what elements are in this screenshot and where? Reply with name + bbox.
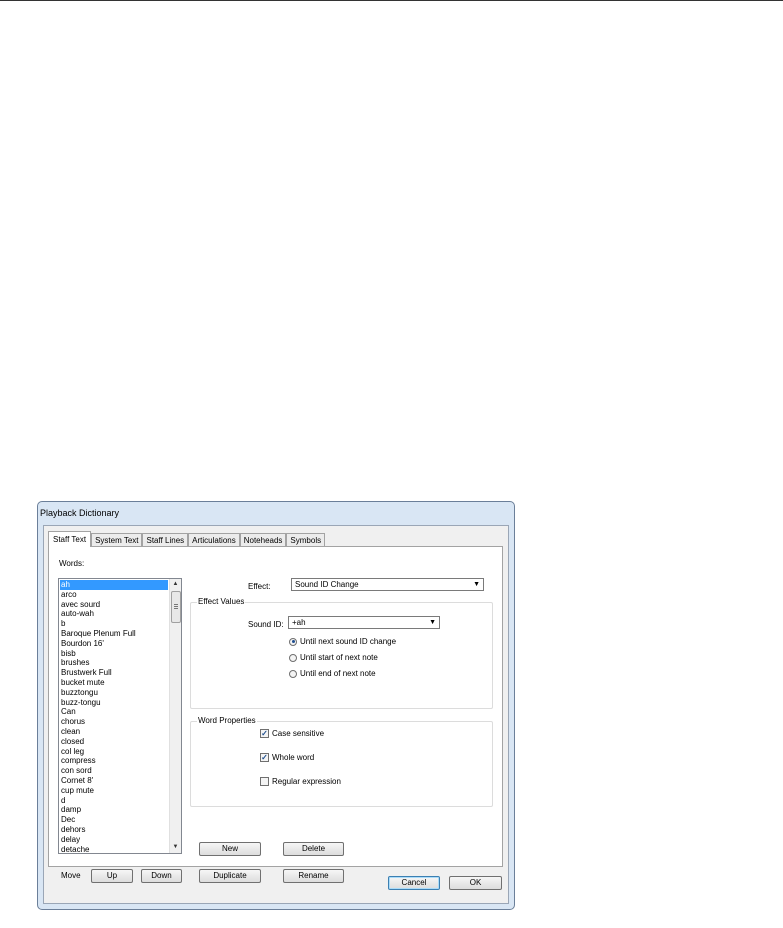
- list-item[interactable]: buzztongu: [60, 688, 168, 698]
- list-item[interactable]: brushes: [60, 658, 168, 668]
- ok-button[interactable]: OK: [449, 876, 502, 890]
- list-item[interactable]: Brustwerk Full: [60, 668, 168, 678]
- case-sensitive-checkbox[interactable]: ✓ Case sensitive: [260, 729, 324, 738]
- radio-until-end-of-next-note[interactable]: Until end of next note: [289, 669, 376, 678]
- sound-id-value: +ah: [292, 618, 306, 627]
- words-scrollbar[interactable]: ▲ ▼: [169, 579, 181, 853]
- list-item[interactable]: ah: [60, 580, 168, 590]
- list-item[interactable]: cup mute: [60, 786, 168, 796]
- list-item[interactable]: buzz-tongu: [60, 698, 168, 708]
- scroll-up-arrow-icon[interactable]: ▲: [170, 579, 181, 590]
- tab-articulations[interactable]: Articulations: [188, 533, 240, 547]
- checkbox-label: Case sensitive: [272, 729, 325, 738]
- word-properties-group: Word Properties ✓ Case sensitive ✓ Whole…: [190, 716, 493, 807]
- staff-text-panel: Words: ah arco avec sourd auto-wah b Baroque …: [48, 546, 503, 883]
- grip-icon: [174, 604, 178, 610]
- cancel-button[interactable]: Cancel: [388, 876, 440, 890]
- scroll-down-arrow-icon[interactable]: ▼: [170, 842, 181, 853]
- whole-word-checkbox[interactable]: ✓ Whole word: [260, 753, 314, 762]
- list-item[interactable]: d: [60, 796, 168, 806]
- tab-symbols[interactable]: Symbols: [286, 533, 326, 547]
- list-item[interactable]: Dec: [60, 815, 168, 825]
- checkbox-unchecked-icon: [260, 777, 269, 786]
- radio-button-icon: [289, 637, 297, 646]
- radio-button-icon: [289, 669, 297, 678]
- list-item[interactable]: detache: [60, 845, 168, 853]
- list-item[interactable]: con sord: [60, 766, 168, 776]
- top-rule: [0, 0, 783, 1]
- radio-label: Until next sound ID change: [300, 637, 397, 646]
- list-item[interactable]: clean: [60, 727, 168, 737]
- list-item[interactable]: Cornet 8': [60, 776, 168, 786]
- words-label: Words:: [59, 559, 85, 568]
- chevron-down-icon: ▼: [473, 581, 480, 588]
- list-item[interactable]: col leg: [60, 747, 168, 757]
- list-item[interactable]: Can: [60, 707, 168, 717]
- tab-staff-text[interactable]: Staff Text: [48, 531, 92, 547]
- list-item[interactable]: compress: [60, 756, 168, 766]
- move-up-button[interactable]: Up: [91, 869, 133, 883]
- effect-values-group: Effect Values Sound ID: +ah ▼ Until next…: [190, 597, 493, 709]
- list-item[interactable]: delay: [60, 835, 168, 845]
- list-item[interactable]: auto-wah: [60, 609, 168, 619]
- playback-dictionary-dialog: Playback Dictionary Staff Text System Te…: [37, 501, 515, 910]
- effect-dropdown[interactable]: Sound ID Change ▼: [291, 578, 484, 591]
- dialog-client-area: Staff Text System Text Staff Lines Artic…: [43, 525, 509, 904]
- new-button[interactable]: New: [199, 842, 261, 856]
- tab-system-text[interactable]: System Text: [91, 533, 143, 547]
- checkmark-icon: ✓: [260, 753, 269, 762]
- move-down-button[interactable]: Down: [141, 869, 182, 883]
- radio-button-icon: [289, 653, 297, 662]
- list-item[interactable]: damp: [60, 805, 168, 815]
- word-properties-title: Word Properties: [197, 716, 257, 725]
- list-item[interactable]: chorus: [60, 717, 168, 727]
- list-item[interactable]: avec sourd: [60, 600, 168, 610]
- list-item[interactable]: Bourdon 16': [60, 639, 168, 649]
- sound-id-label: Sound ID:: [248, 620, 284, 629]
- effect-value: Sound ID Change: [295, 580, 359, 589]
- checkbox-label: Whole word: [272, 753, 315, 762]
- tab-strip: Staff Text System Text Staff Lines Artic…: [48, 531, 326, 547]
- tab-staff-lines[interactable]: Staff Lines: [142, 533, 189, 547]
- list-item[interactable]: dehors: [60, 825, 168, 835]
- words-listbox[interactable]: ah arco avec sourd auto-wah b Baroque Plenum …: [58, 578, 182, 854]
- checkbox-label: Regular expression: [272, 777, 341, 786]
- radio-until-start-of-next-note[interactable]: Until start of next note: [289, 653, 378, 662]
- radio-label: Until start of next note: [300, 653, 378, 662]
- radio-label: Until end of next note: [300, 669, 376, 678]
- effect-label: Effect:: [248, 582, 271, 591]
- title-bar[interactable]: Playback Dictionary: [38, 502, 514, 526]
- chevron-down-icon: ▼: [429, 619, 436, 626]
- words-list-items: ah arco avec sourd auto-wah b Baroque Plenum …: [60, 580, 168, 853]
- list-item[interactable]: bisb: [60, 649, 168, 659]
- sound-id-combobox[interactable]: +ah ▼: [288, 616, 440, 629]
- checkmark-icon: ✓: [260, 729, 269, 738]
- list-item[interactable]: bucket mute: [60, 678, 168, 688]
- delete-button[interactable]: Delete: [283, 842, 344, 856]
- list-item[interactable]: closed: [60, 737, 168, 747]
- list-item[interactable]: Baroque Plenum Full: [60, 629, 168, 639]
- scroll-thumb[interactable]: [171, 591, 181, 623]
- regular-expression-checkbox[interactable]: Regular expression: [260, 777, 341, 786]
- list-item[interactable]: arco: [60, 590, 168, 600]
- window-title: Playback Dictionary: [40, 508, 120, 518]
- radio-until-next-sound-id-change[interactable]: Until next sound ID change: [289, 637, 396, 646]
- list-item[interactable]: b: [60, 619, 168, 629]
- move-label: Move: [61, 871, 81, 880]
- duplicate-button[interactable]: Duplicate: [199, 869, 261, 883]
- effect-values-title: Effect Values: [197, 597, 246, 606]
- rename-button[interactable]: Rename: [283, 869, 344, 883]
- tab-noteheads[interactable]: Noteheads: [239, 533, 287, 547]
